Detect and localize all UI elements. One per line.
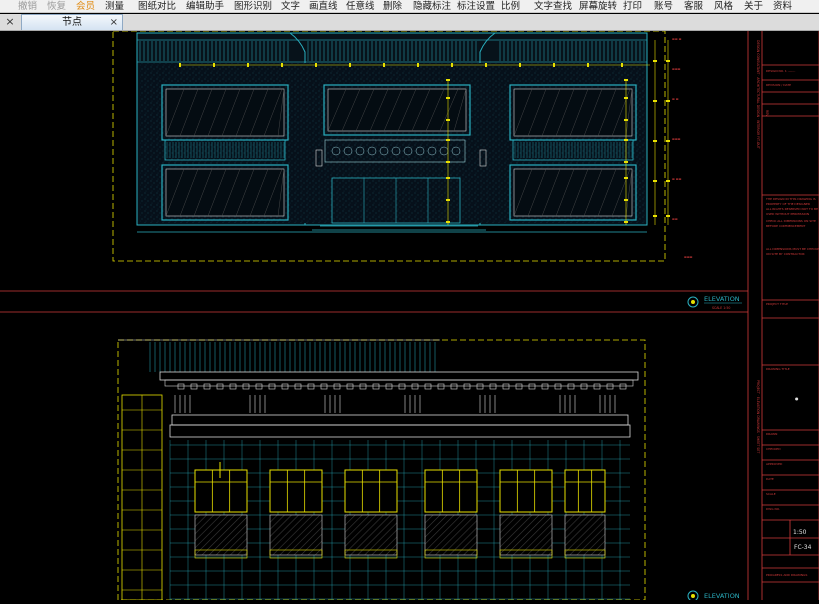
svg-text:PROJECT · ELEVATION DRAWINGS ·: PROJECT · ELEVATION DRAWINGS · SHEET SET <box>756 380 760 453</box>
document-tab-bar: × 节点 × <box>0 14 819 31</box>
svg-text:▬▬▬: ▬▬▬ <box>672 67 681 71</box>
svg-text:▬▬▬: ▬▬▬ <box>672 137 681 141</box>
svg-text:SCALE 1:50: SCALE 1:50 <box>712 306 730 310</box>
toolbar-item-14[interactable]: 文字查找 <box>534 0 572 13</box>
top-toolbar: 撤销 恢复 会员 测量 图纸对比 编辑助手 图形识别 文字 画直线 任意线 删除 隐藏标注 标注设置 比例… <box>0 0 819 13</box>
bottom-elevation <box>117 339 646 601</box>
svg-text:PROPERTY OF THE DESIGNER: PROPERTY OF THE DESIGNER <box>766 202 810 206</box>
toolbar-item-10[interactable]: 删除 <box>383 0 402 13</box>
cad-drawing-canvas[interactable]: DESIGN NO. 1 ------- REVISION / DATE THE… <box>0 30 819 602</box>
tab-jiedian[interactable]: 节点 × <box>21 14 123 30</box>
toolbar-item-17[interactable]: 账号 <box>654 0 673 13</box>
svg-text:BEFORE COMMENCEMENT: BEFORE COMMENCEMENT <box>766 224 805 228</box>
svg-text:PROJECT TITLE: PROJECT TITLE <box>766 302 788 306</box>
svg-text:▬▬▬: ▬▬▬ <box>684 255 693 259</box>
svg-text:DESIGN CONSULTANT · ARCHITECTU: DESIGN CONSULTANT · ARCHITECTURAL DESIGN… <box>756 40 760 149</box>
toolbar-item-5[interactable]: 编辑助手 <box>186 0 224 13</box>
toolbar-item-3[interactable]: 测量 <box>105 0 124 13</box>
svg-text:DATE: DATE <box>766 477 774 481</box>
svg-text:REV: REV <box>765 110 769 117</box>
toolbar-item-8[interactable]: 画直线 <box>309 0 338 13</box>
svg-text:▬▬ ▬: ▬▬ ▬ <box>672 37 682 41</box>
toolbar-item-12[interactable]: 标注设置 <box>457 0 495 13</box>
toolbar-item-19[interactable]: 风格 <box>714 0 733 13</box>
toolbar-item-15[interactable]: 屏幕旋转 <box>579 0 617 13</box>
toolbar-item-13[interactable]: 比例 <box>501 0 520 13</box>
toolbar-item-9[interactable]: 任意线 <box>346 0 375 13</box>
top-elevation: ▬▬ ▬ ▬▬▬ ▬ ▬ ▬▬▬ ▬ ▬▬ ▬▬ ▬▬▬ <box>112 30 693 262</box>
svg-text:▬ ▬▬: ▬ ▬▬ <box>672 177 682 181</box>
svg-text:REVISION / DATE: REVISION / DATE <box>766 83 791 87</box>
svg-text:▬ ▬: ▬ ▬ <box>672 97 679 101</box>
toolbar-item-18[interactable]: 客服 <box>684 0 703 13</box>
toolbar-item-2[interactable]: 会员 <box>76 0 95 13</box>
title-block-text: DESIGN NO. 1 ------- REVISION / DATE THE… <box>765 69 819 577</box>
svg-text:ELEVATION: ELEVATION <box>704 592 740 600</box>
tab-label: 节点 <box>62 17 82 28</box>
svg-text:ON SITE BY CONTRACTOR: ON SITE BY CONTRACTOR <box>766 252 805 256</box>
svg-text:ALL DIMENSIONS MUST BE CHECKED: ALL DIMENSIONS MUST BE CHECKED <box>766 247 819 251</box>
toolbar-item-20[interactable]: 关于 <box>744 0 763 13</box>
toolbar-item-11[interactable]: 隐藏标注 <box>413 0 451 13</box>
svg-text:ALL RIGHTS RESERVED NOT TO BE: ALL RIGHTS RESERVED NOT TO BE <box>766 207 818 211</box>
toolbar-item-0[interactable]: 撤销 <box>18 0 37 13</box>
elevation-label-2: ELEVATION <box>687 590 740 602</box>
svg-text:DRAWING TITLE: DRAWING TITLE <box>766 367 790 371</box>
svg-text:DESIGN NO. 1 -------: DESIGN NO. 1 ------- <box>766 69 795 73</box>
panel-close-icon[interactable]: × <box>4 15 16 29</box>
svg-text:DRAWN: DRAWN <box>766 432 777 436</box>
sheet-title-text: ● <box>795 396 799 401</box>
sheet-number-text: FC-34 <box>794 544 812 551</box>
toolbar-item-7[interactable]: 文字 <box>281 0 300 13</box>
svg-text:▬▬: ▬▬ <box>672 217 678 221</box>
svg-text:CHECKED: CHECKED <box>766 447 781 451</box>
drawing-svg: DESIGN NO. 1 ------- REVISION / DATE THE… <box>0 30 819 602</box>
elevation-label-1: ELEVATION SCALE 1:50 <box>687 295 742 310</box>
toolbar-item-21[interactable]: 资料 <box>773 0 792 13</box>
toolbar-item-4[interactable]: 图纸对比 <box>138 0 176 13</box>
svg-text:PROGRESS AND DRAWINGS: PROGRESS AND DRAWINGS <box>766 573 807 577</box>
svg-text:USED WITHOUT PERMISSION: USED WITHOUT PERMISSION <box>766 212 809 216</box>
svg-text:THE DESIGN IN THIS DRAWING IS: THE DESIGN IN THIS DRAWING IS <box>765 197 816 201</box>
svg-text:ELEVATION: ELEVATION <box>704 295 740 303</box>
svg-text:DWG NO.: DWG NO. <box>766 507 780 511</box>
toolbar-item-1[interactable]: 恢复 <box>47 0 66 13</box>
toolbar-item-6[interactable]: 图形识别 <box>234 0 272 13</box>
svg-text:CHECK ALL DIMENSIONS ON SITE: CHECK ALL DIMENSIONS ON SITE <box>766 219 816 223</box>
toolbar-item-16[interactable]: 打印 <box>623 0 642 13</box>
tab-close-icon[interactable]: × <box>110 15 118 30</box>
svg-text:SCALE: SCALE <box>766 492 776 496</box>
svg-text:APPROVED: APPROVED <box>766 462 783 466</box>
sheet-scale-text: 1:50 <box>793 529 807 536</box>
